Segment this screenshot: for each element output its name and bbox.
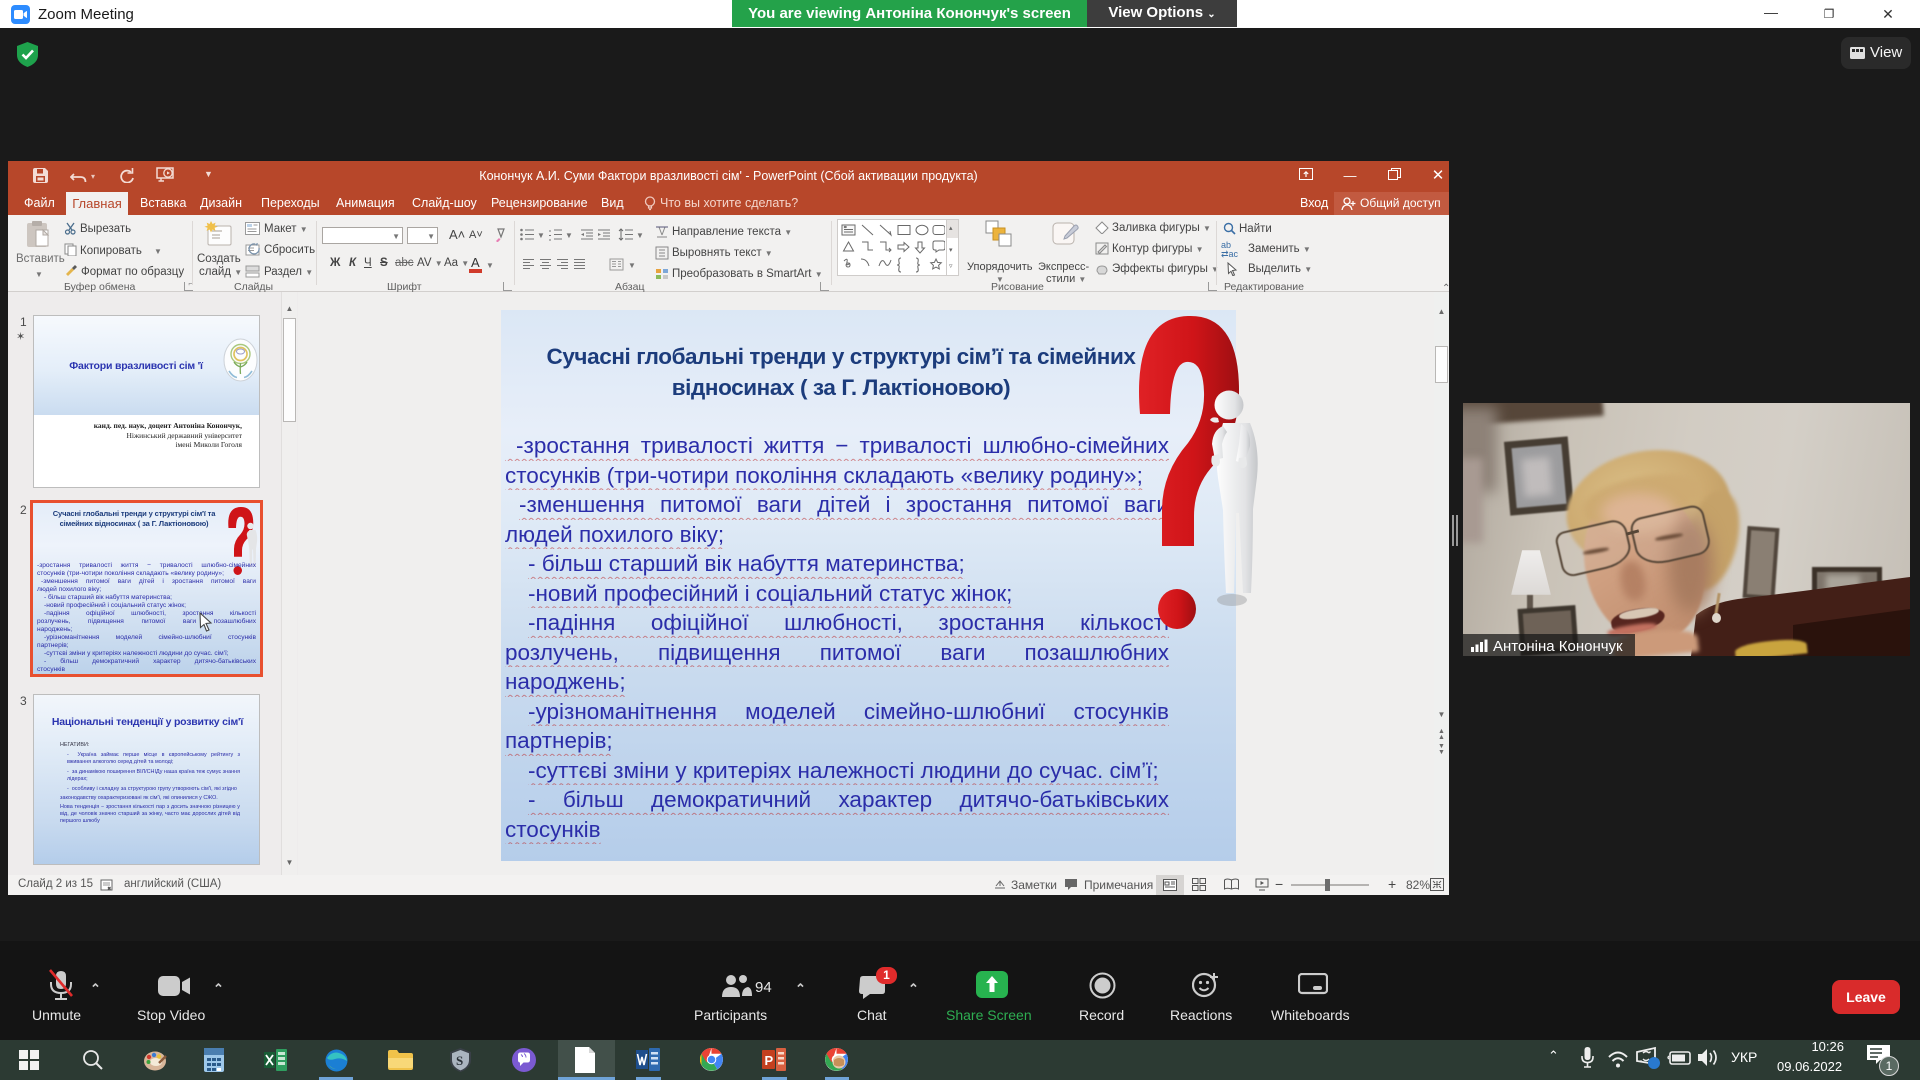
svg-text:P: P bbox=[765, 1053, 774, 1068]
svg-text:S: S bbox=[456, 1053, 463, 1068]
